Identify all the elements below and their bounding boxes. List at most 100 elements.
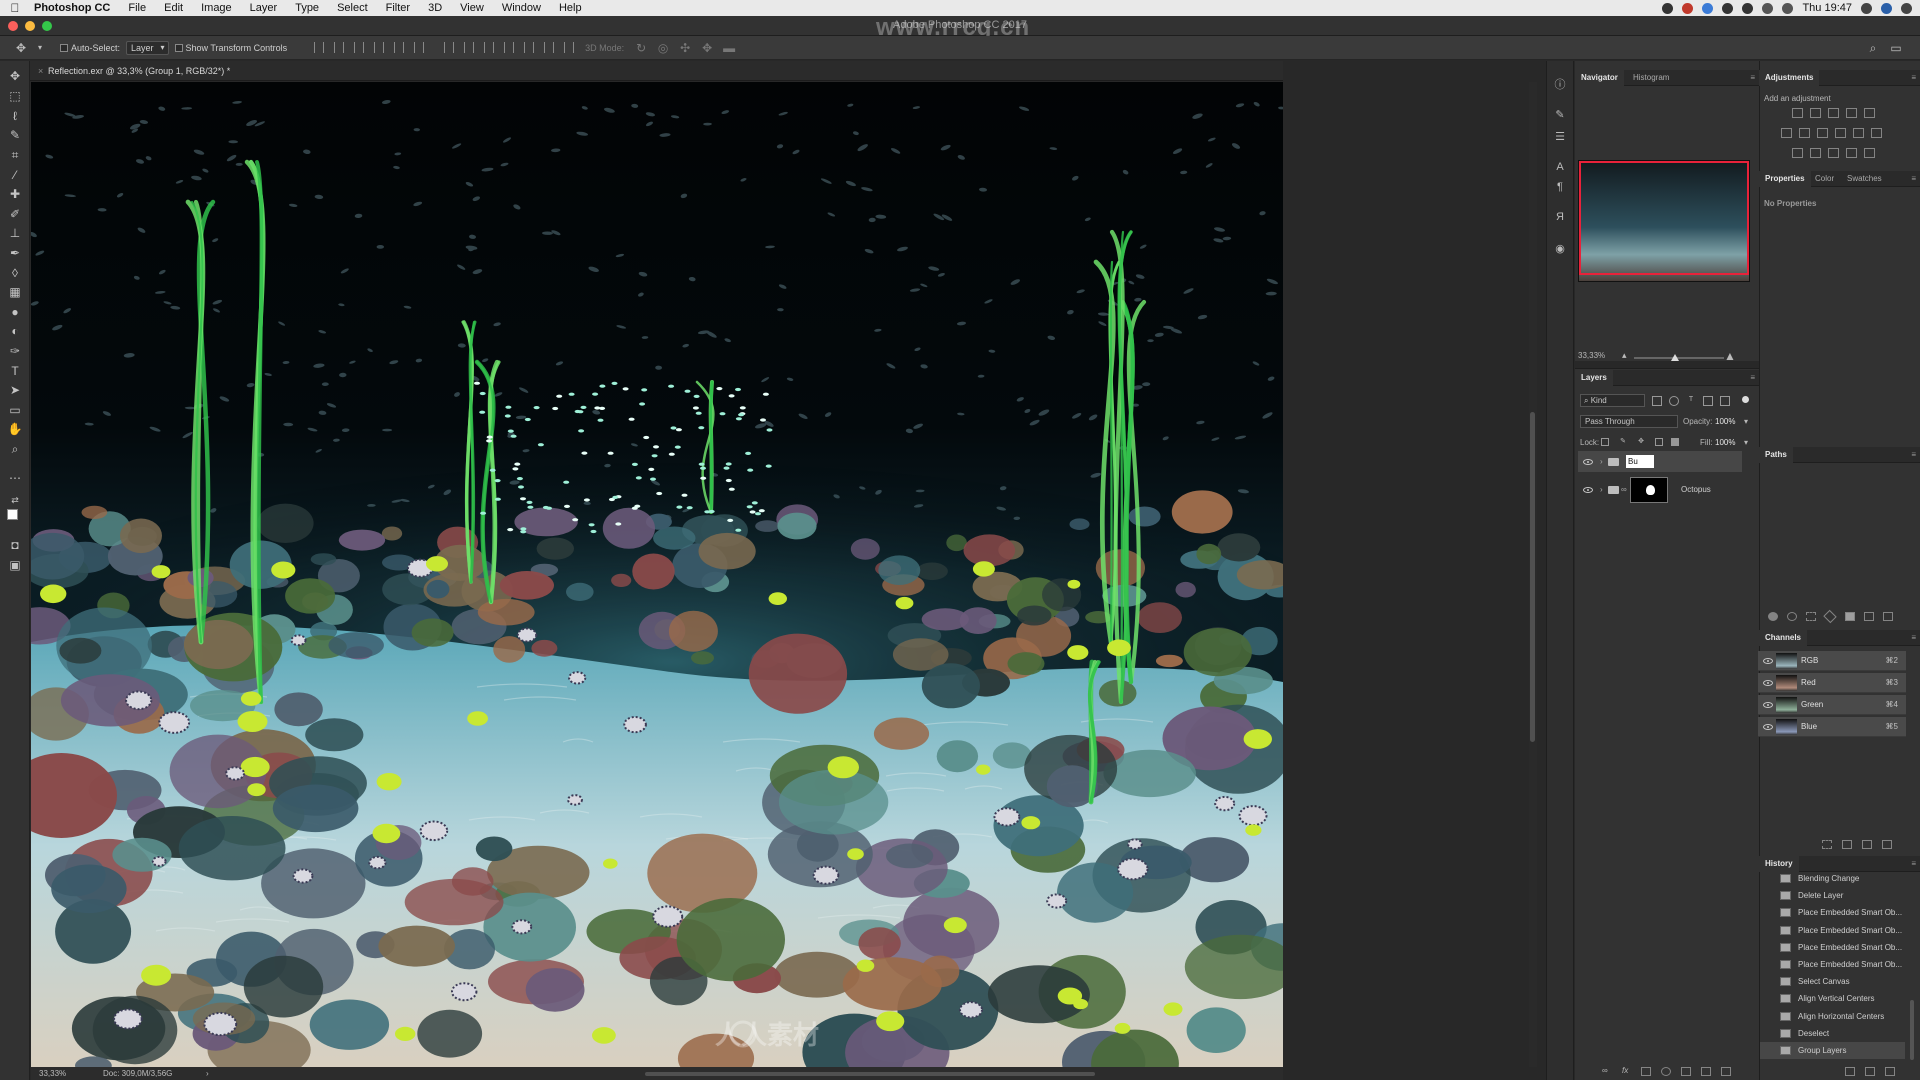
navigator-zoom-value[interactable]: 33,33% (1578, 351, 1605, 360)
threshold-icon[interactable] (1828, 148, 1839, 158)
tab-properties[interactable]: Properties (1759, 171, 1811, 187)
load-selection-icon[interactable] (1806, 612, 1816, 621)
3d-orbit-icon[interactable]: ↻ (634, 41, 648, 55)
notification-center-icon[interactable] (1901, 2, 1912, 14)
menu-help[interactable]: Help (550, 0, 591, 16)
levels-icon[interactable] (1810, 108, 1821, 118)
panel-menu-icon[interactable]: ≡ (1750, 370, 1755, 386)
history-scrollbar[interactable] (1910, 1000, 1914, 1060)
3d-slide-icon[interactable]: ✥ (700, 41, 714, 55)
expand-arrow-icon[interactable]: › (1600, 451, 1603, 472)
fill-value[interactable]: 100% (1715, 438, 1735, 447)
panel-menu-icon[interactable]: ≡ (1911, 856, 1916, 872)
panel-menu-icon[interactable]: ≡ (1911, 447, 1916, 463)
expand-arrow-icon[interactable]: › (1600, 475, 1603, 505)
zoom-slider-knob[interactable] (1670, 354, 1679, 361)
add-mask-icon[interactable] (1641, 1067, 1651, 1076)
lock-artboard-icon[interactable] (1655, 438, 1663, 446)
stroke-path-icon[interactable] (1787, 612, 1797, 621)
distribute-hcenter-icon[interactable] (524, 42, 535, 53)
color-balance-icon[interactable] (1799, 128, 1810, 138)
lock-position-icon[interactable]: ✥ (1637, 438, 1645, 446)
workspace-switcher-icon[interactable]: ▭ (1889, 41, 1903, 55)
channel-row-rgb[interactable]: RGB ⌘2 (1758, 651, 1906, 671)
distribute-bottom-icon[interactable] (484, 42, 495, 53)
document-tab[interactable]: Reflection.exr @ 33,3% (Group 1, RGB/32*… (38, 61, 230, 81)
make-work-path-icon[interactable] (1823, 609, 1837, 624)
status-arrow-icon[interactable]: › (206, 1067, 209, 1080)
3d-pan-icon[interactable]: ✣ (678, 41, 692, 55)
panel-menu-icon[interactable]: ≡ (1911, 171, 1916, 187)
status-zoom[interactable]: 33,33% (39, 1067, 66, 1080)
distribute-left-icon[interactable] (504, 42, 515, 53)
gradient-map-icon[interactable] (1864, 148, 1875, 158)
tab-histogram[interactable]: Histogram (1627, 70, 1675, 86)
lasso-tool-icon[interactable]: ℓ (7, 109, 23, 123)
menu-file[interactable]: File (119, 0, 155, 16)
distribute-vcenter-icon[interactable] (464, 42, 475, 53)
load-channel-selection-icon[interactable] (1822, 840, 1832, 849)
chevron-down-icon[interactable]: ▾ (36, 41, 44, 55)
history-state-row[interactable]: Delete Layer (1760, 887, 1905, 904)
menu-window[interactable]: Window (493, 0, 550, 16)
glyphs-icon[interactable]: Я (1553, 210, 1567, 224)
history-state-row[interactable]: Group Layers (1760, 1042, 1905, 1059)
blend-mode-dropdown[interactable]: Pass Through (1580, 415, 1678, 428)
create-snapshot-icon[interactable] (1865, 1067, 1875, 1076)
lock-all-icon[interactable] (1671, 438, 1679, 446)
posterize-icon[interactable] (1810, 148, 1821, 158)
quick-select-tool-icon[interactable]: ✎ (7, 128, 23, 142)
3d-scale-icon[interactable]: ▬ (722, 41, 736, 55)
new-adjustment-layer-icon[interactable] (1661, 1067, 1671, 1076)
channel-row-blue[interactable]: Blue ⌘5 (1758, 717, 1906, 737)
display-icon[interactable] (1742, 2, 1754, 14)
3d-panel-icon[interactable]: ◉ (1553, 242, 1567, 256)
filter-shape-icon[interactable] (1703, 396, 1713, 406)
menubar-clock[interactable]: Thu 19:47 (1802, 2, 1852, 14)
status-doc-size[interactable]: Doc: 309,0M/3,56G (103, 1067, 172, 1080)
visibility-eye-icon[interactable] (1763, 658, 1773, 664)
distribute-top-icon[interactable] (444, 42, 455, 53)
navigator-view-rect[interactable] (1579, 161, 1749, 275)
filter-pixel-icon[interactable] (1652, 396, 1662, 406)
delete-path-icon[interactable] (1883, 612, 1893, 621)
panel-menu-icon[interactable]: ≡ (1750, 70, 1755, 86)
panel-menu-icon[interactable]: ≡ (1911, 630, 1916, 646)
eye-status-icon[interactable] (1722, 2, 1734, 14)
visibility-eye-icon[interactable] (1763, 724, 1773, 730)
auto-select-checkbox[interactable] (60, 43, 68, 52)
path-selection-tool-icon[interactable]: ➤ (7, 383, 23, 397)
sync-icon[interactable] (1702, 2, 1714, 14)
layer-name-edit-field[interactable]: Bu (1626, 455, 1654, 468)
layer-row[interactable]: › Bu (1578, 451, 1742, 472)
menu-image[interactable]: Image (192, 0, 241, 16)
add-mask-icon[interactable] (1845, 612, 1855, 621)
new-path-icon[interactable] (1864, 612, 1874, 621)
channel-mixer-icon[interactable] (1853, 128, 1864, 138)
layer-row[interactable]: › ∞ Octopus (1578, 475, 1742, 505)
search-icon[interactable]: ⌕ (1866, 41, 1880, 55)
visibility-eye-icon[interactable] (1583, 459, 1593, 465)
more-tools-icon[interactable]: ⋯ (7, 471, 23, 485)
new-group-icon[interactable] (1681, 1067, 1691, 1076)
vibrance-icon[interactable] (1864, 108, 1875, 118)
align-left-edges-icon[interactable] (374, 42, 385, 53)
channel-row-red[interactable]: Red ⌘3 (1758, 673, 1906, 693)
quick-mask-icon[interactable]: ◘ (7, 538, 23, 552)
filter-adjustment-icon[interactable] (1669, 396, 1679, 406)
menu-edit[interactable]: Edit (155, 0, 192, 16)
user-avatar-icon[interactable] (1881, 2, 1892, 14)
tab-swatches[interactable]: Swatches (1841, 171, 1888, 187)
type-tool-icon[interactable]: T (7, 364, 23, 378)
info-icon[interactable]: ⓘ (1553, 78, 1567, 92)
delete-state-icon[interactable] (1885, 1067, 1895, 1076)
show-transform-checkbox[interactable] (174, 43, 183, 52)
align-horizontal-centers-icon[interactable] (394, 42, 405, 53)
brush-tool-icon[interactable]: ✐ (7, 207, 23, 221)
opacity-dropdown-icon[interactable]: ▾ (1744, 417, 1748, 426)
fill-dropdown-icon[interactable]: ▾ (1744, 438, 1748, 447)
brightness-contrast-icon[interactable] (1792, 108, 1803, 118)
opacity-value[interactable]: 100% (1715, 417, 1735, 426)
screen-mode-icon[interactable]: ▣ (7, 558, 23, 572)
save-selection-channel-icon[interactable] (1842, 840, 1852, 849)
